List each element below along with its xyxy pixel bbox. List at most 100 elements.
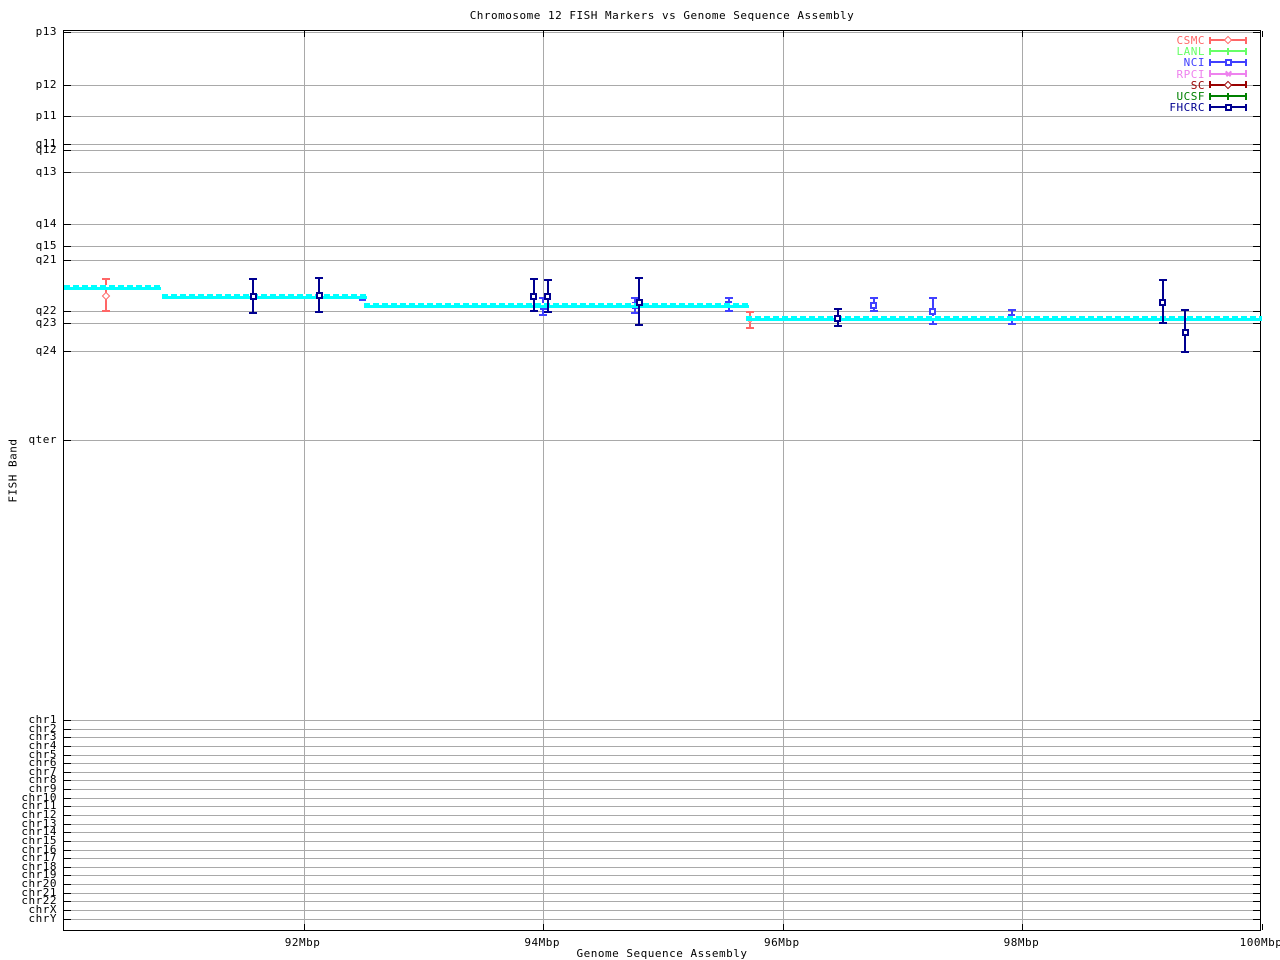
- band-gridline: [64, 858, 1260, 860]
- x-gridline: [303, 31, 305, 930]
- band-tick-left: [64, 806, 71, 808]
- band-tick-left: [64, 797, 71, 799]
- band-gridline: [64, 351, 1260, 352]
- error-bar-cap: [101, 310, 110, 312]
- marker-square: [544, 292, 552, 300]
- error-bar-cap: [635, 324, 644, 326]
- marker-square: [249, 292, 257, 300]
- band-tick-right: [1253, 918, 1260, 920]
- band-tick-left: [64, 259, 71, 261]
- band-tick-right: [1253, 849, 1260, 851]
- band-tick-right: [1253, 737, 1260, 739]
- x-tick-bottom: [303, 924, 305, 930]
- band-gridline: [64, 875, 1260, 877]
- x-tick-label: 94Mbp: [524, 936, 560, 949]
- legend-sample-cap: [1245, 92, 1247, 100]
- x-tick-top: [1262, 31, 1263, 37]
- band-gridline: [64, 909, 1260, 911]
- x-tick-top: [782, 31, 784, 37]
- error-bar-cap: [833, 325, 842, 327]
- x-tick-label: 100Mbp: [1239, 936, 1280, 949]
- error-bar-cap: [249, 312, 258, 314]
- band-tick-right: [1253, 223, 1260, 225]
- band-tick-left: [64, 918, 71, 920]
- band-tick-left: [64, 858, 71, 860]
- band-gridline: [64, 259, 1260, 261]
- error-bar-cap: [101, 278, 110, 280]
- band-tick-right: [1253, 875, 1260, 877]
- band-gridline: [64, 223, 1260, 225]
- x-tick-bottom: [1262, 924, 1263, 930]
- band-gridline: [64, 918, 1260, 920]
- error-bar-cap: [315, 311, 324, 313]
- chart-canvas: Chromosome 12 FISH Markers vs Genome Seq…: [0, 0, 1280, 960]
- fish-band-segment: [64, 284, 162, 290]
- band-tick-left: [64, 440, 71, 441]
- y-tick-label: q13: [35, 165, 57, 178]
- error-bar-cap: [543, 311, 552, 313]
- band-gridline: [64, 246, 1260, 247]
- error-bar-cap: [746, 327, 755, 329]
- error-bar-cap: [635, 277, 644, 279]
- band-tick-left: [64, 84, 71, 86]
- band-tick-left: [64, 149, 71, 151]
- band-tick-right: [1253, 858, 1260, 860]
- marker-diamond: [101, 291, 111, 301]
- band-tick-right: [1253, 754, 1260, 756]
- error-bar-cap: [1158, 279, 1167, 281]
- error-bar-cap: [746, 311, 755, 313]
- band-tick-right: [1253, 440, 1260, 441]
- band-segment-dashes: [162, 293, 368, 296]
- y-tick-label: q24: [35, 344, 57, 357]
- band-gridline: [64, 806, 1260, 808]
- band-gridline: [64, 310, 1260, 312]
- band-tick-left: [64, 901, 71, 903]
- band-gridline: [64, 763, 1260, 765]
- band-tick-left: [64, 771, 71, 773]
- band-tick-left: [64, 143, 71, 145]
- marker-square: [1224, 103, 1232, 111]
- band-gridline: [64, 172, 1260, 173]
- y-tick-label: q21: [35, 252, 57, 266]
- band-gridline: [64, 849, 1260, 851]
- legend-sample-cap: [1209, 58, 1211, 66]
- y-tick-label: q14: [35, 216, 57, 230]
- band-tick-right: [1253, 172, 1260, 173]
- band-gridline: [64, 814, 1260, 816]
- band-segment-dashes: [363, 303, 750, 305]
- band-tick-right: [1253, 901, 1260, 903]
- x-gridline: [543, 31, 545, 930]
- error-bar-cap: [1158, 322, 1167, 324]
- band-tick-left: [64, 115, 71, 117]
- error-bar-cap: [529, 310, 538, 312]
- fish-band-segment: [162, 293, 368, 299]
- band-gridline: [64, 737, 1260, 739]
- error-bar-cap: [869, 310, 878, 312]
- marker-square: [929, 307, 937, 315]
- band-gridline: [64, 745, 1260, 747]
- error-bar-cap: [1007, 309, 1016, 311]
- band-tick-right: [1253, 351, 1260, 352]
- legend-sample-cap: [1209, 36, 1211, 44]
- band-tick-right: [1253, 814, 1260, 816]
- band-tick-right: [1253, 720, 1260, 721]
- band-tick-left: [64, 246, 71, 247]
- band-gridline: [64, 832, 1260, 834]
- x-tick-bottom: [1022, 924, 1024, 930]
- band-tick-left: [64, 754, 71, 756]
- band-gridline: [64, 866, 1260, 868]
- band-gridline: [64, 789, 1260, 790]
- band-tick-right: [1253, 832, 1260, 834]
- legend-sample-cap: [1209, 81, 1211, 89]
- band-tick-left: [64, 728, 71, 730]
- error-bar-cap: [724, 297, 733, 299]
- band-tick-right: [1253, 797, 1260, 799]
- band-tick-right: [1253, 823, 1260, 825]
- x-tick-top: [543, 31, 545, 37]
- band-tick-left: [64, 32, 71, 33]
- x-tick-top: [1022, 31, 1024, 37]
- error-bar-cap: [1181, 309, 1190, 311]
- band-gridline: [64, 84, 1260, 86]
- band-tick-right: [1253, 771, 1260, 773]
- band-tick-right: [1253, 892, 1260, 894]
